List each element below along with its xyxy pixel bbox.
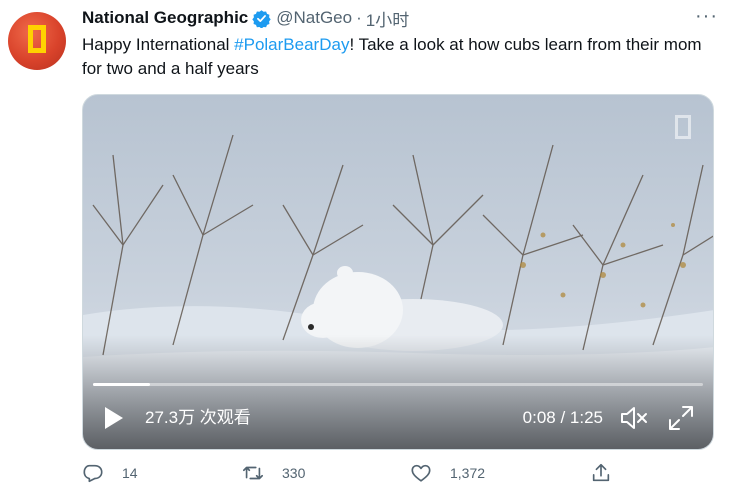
verified-badge-icon <box>252 9 271 28</box>
tweet-text: Happy International #PolarBearDay! Take … <box>82 33 722 81</box>
duration: 1:25 <box>569 408 603 427</box>
current-time: 0:08 <box>522 408 556 427</box>
like-count: 1,372 <box>450 465 486 481</box>
separator-dot: · <box>356 8 362 27</box>
natgeo-logo <box>28 25 46 53</box>
video-controls: 27.3万 次观看 0:08 / 1:25 <box>83 389 713 449</box>
mute-icon[interactable] <box>619 404 649 432</box>
tweet-actions: 14 330 1,372 <box>82 462 714 492</box>
more-options-icon[interactable]: ··· <box>695 6 718 26</box>
reply-count: 14 <box>122 465 138 481</box>
retweet-icon <box>243 466 263 480</box>
tweet-text-prefix: Happy International <box>82 35 235 54</box>
video-timecode: 0:08 / 1:25 <box>523 407 603 429</box>
video-progress-bar[interactable] <box>93 383 703 386</box>
share-button[interactable] <box>590 462 612 484</box>
reply-button[interactable]: 14 <box>82 462 138 484</box>
fullscreen-icon[interactable] <box>667 404 695 432</box>
view-count: 27.3万 次观看 <box>145 408 251 427</box>
share-icon <box>592 463 610 482</box>
time-separator: / <box>555 408 570 427</box>
avatar[interactable] <box>8 12 66 70</box>
like-button[interactable]: 1,372 <box>410 462 485 484</box>
tweet-header: National Geographic @NatGeo · 1小时 <box>82 6 409 30</box>
video-player[interactable]: 27.3万 次观看 0:08 / 1:25 <box>82 94 714 450</box>
heart-icon <box>411 464 431 482</box>
retweet-button[interactable]: 330 <box>242 462 305 484</box>
author-name[interactable]: National Geographic <box>82 8 248 28</box>
author-handle[interactable]: @NatGeo <box>276 8 352 28</box>
retweet-count: 330 <box>282 465 306 481</box>
tweet-timestamp[interactable]: 1小时 <box>366 6 409 31</box>
play-icon[interactable] <box>103 405 125 431</box>
hashtag-link[interactable]: #PolarBearDay <box>234 35 349 54</box>
natgeo-watermark-icon <box>675 115 691 139</box>
video-progress-fill <box>93 383 150 386</box>
reply-icon <box>83 464 103 483</box>
